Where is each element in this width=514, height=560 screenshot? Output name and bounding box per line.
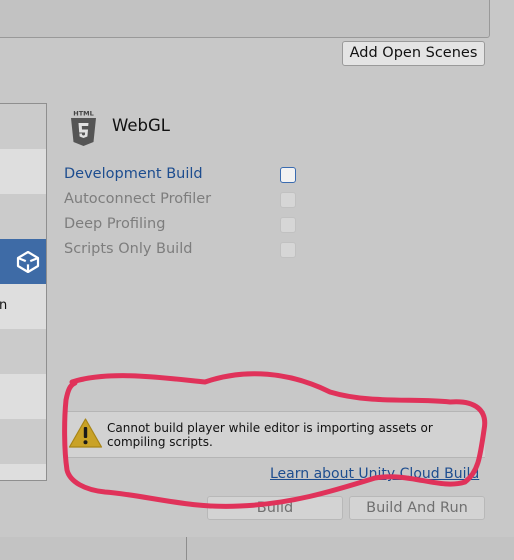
development-build-label: Development Build <box>64 166 203 182</box>
deep-profiling-label: Deep Profiling <box>64 216 166 232</box>
scenes-in-build-panel <box>0 0 490 38</box>
autoconnect-profiler-checkbox[interactable] <box>280 192 296 208</box>
unity-cloud-build-link[interactable]: Learn about Unity Cloud Build <box>270 466 479 482</box>
scripts-only-build-checkbox[interactable] <box>280 242 296 258</box>
platform-list-item[interactable] <box>0 149 46 194</box>
build-and-run-button[interactable]: Build And Run <box>349 496 485 520</box>
svg-text:HTML: HTML <box>73 110 93 118</box>
html5-icon: HTML <box>71 110 96 146</box>
platform-list-item[interactable]: n <box>0 284 46 329</box>
autoconnect-profiler-label: Autoconnect Profiler <box>64 191 212 207</box>
bottom-bar <box>0 537 514 560</box>
platform-list-item[interactable] <box>0 419 46 464</box>
divider <box>186 537 187 560</box>
platform-list-item-selected[interactable] <box>0 239 46 284</box>
platform-title: WebGL <box>112 116 170 135</box>
platform-list-item[interactable] <box>0 104 46 149</box>
platform-list-item[interactable] <box>0 374 46 419</box>
build-button[interactable]: Build <box>207 496 343 520</box>
warning-icon <box>68 418 103 448</box>
deep-profiling-checkbox[interactable] <box>280 217 296 233</box>
platform-list: n <box>0 103 47 481</box>
development-build-checkbox[interactable] <box>280 167 296 183</box>
warning-message: Cannot build player while editor is impo… <box>107 421 433 449</box>
platform-list-item[interactable] <box>0 464 46 480</box>
platform-list-item-label: n <box>0 298 7 313</box>
scripts-only-build-label: Scripts Only Build <box>64 241 193 257</box>
platform-list-item[interactable] <box>0 329 46 374</box>
add-open-scenes-button[interactable]: Add Open Scenes <box>342 41 485 66</box>
warning-help-box: Cannot build player while editor is impo… <box>63 411 485 458</box>
unity-icon <box>16 251 40 273</box>
platform-list-item[interactable] <box>0 194 46 239</box>
